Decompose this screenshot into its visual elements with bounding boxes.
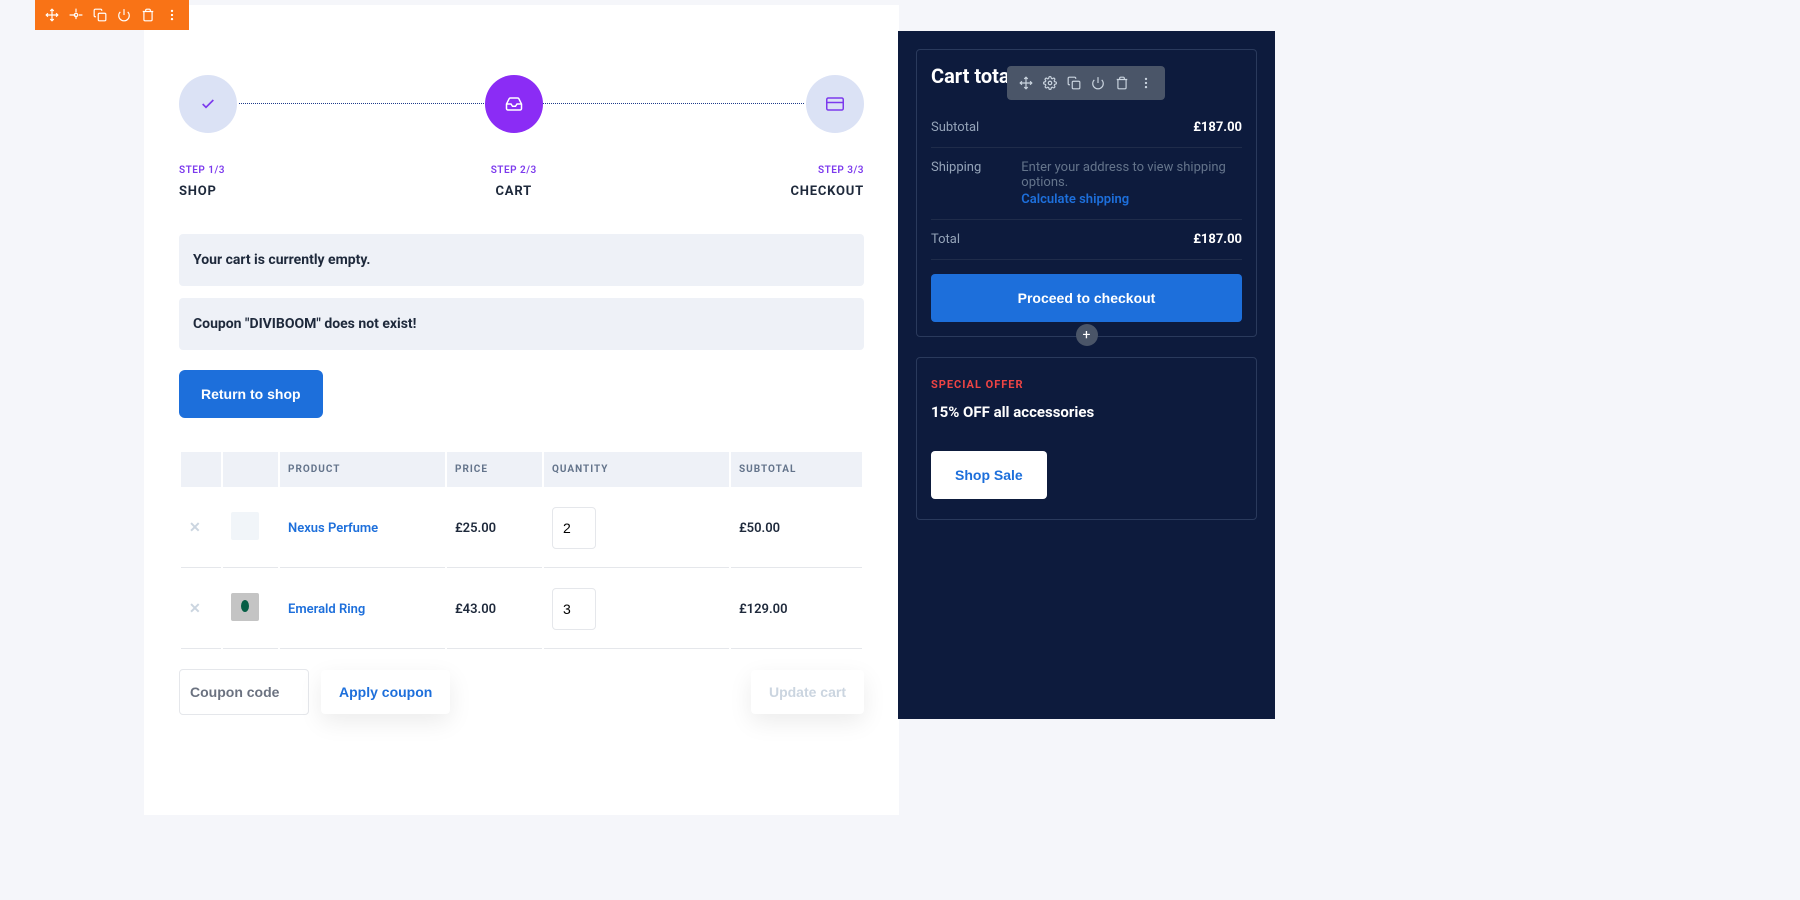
module-toolbar-dark [1007,66,1165,100]
table-row: ✕ Nexus Perfume £25.00 £50.00 [181,489,862,568]
more-icon[interactable] [161,4,183,26]
add-module-icon[interactable]: + [1076,324,1098,346]
special-offer-module: SPECIAL OFFER 15% OFF all accessories Sh… [916,357,1257,520]
quantity-input[interactable] [552,507,596,549]
product-thumbnail[interactable] [231,512,259,540]
remove-item-icon[interactable]: ✕ [189,520,201,536]
offer-title: 15% OFF all accessories [931,403,1242,421]
step-shop[interactable]: STEP 1/3 SHOP [179,75,237,199]
update-cart-button[interactable]: Update cart [751,670,864,714]
subtotal-value: £187.00 [1193,120,1242,135]
move-icon[interactable] [1015,72,1037,94]
apply-coupon-button[interactable]: Apply coupon [321,670,450,714]
shipping-row: Shipping Enter your address to view ship… [931,148,1242,220]
step-number: STEP 2/3 [491,165,537,176]
col-product: PRODUCT [280,452,445,487]
checkout-steps: STEP 1/3 SHOP STEP 2/3 CART STEP 3/3 CHE… [179,75,864,199]
subtotal-value: £129.00 [739,602,788,617]
product-thumbnail[interactable] [231,593,259,621]
quantity-input[interactable] [552,588,596,630]
product-link[interactable]: Nexus Perfume [288,521,378,536]
step-label: CART [495,184,531,199]
power-icon[interactable] [113,4,135,26]
duplicate-icon[interactable] [89,4,111,26]
total-row: Total £187.00 [931,220,1242,260]
price-value: £43.00 [455,602,496,617]
check-icon [179,75,237,133]
subtotal-value: £50.00 [739,521,780,536]
empty-cart-notice: Your cart is currently empty. [179,234,864,286]
cart-totals-module: Cart totals Subtotal £187.00 Shipping En… [916,49,1257,337]
coupon-error-notice: Coupon "DIVIBOOM" does not exist! [179,298,864,350]
trash-icon[interactable] [1111,72,1133,94]
remove-item-icon[interactable]: ✕ [189,601,201,617]
gear-icon[interactable] [1039,72,1061,94]
product-link[interactable]: Emerald Ring [288,602,365,617]
step-label: CHECKOUT [790,184,864,199]
sidebar-dark: Cart totals Subtotal £187.00 Shipping En… [898,31,1275,719]
total-value: £187.00 [1193,232,1242,247]
module-toolbar-orange [35,0,189,30]
coupon-code-input[interactable] [179,669,309,715]
cart-items-table: PRODUCT PRICE QUANTITY SUBTOTAL ✕ Nexus … [179,450,864,651]
power-icon[interactable] [1087,72,1109,94]
return-to-shop-button[interactable]: Return to shop [179,370,323,418]
duplicate-icon[interactable] [1063,72,1085,94]
subtotal-row: Subtotal £187.00 [931,108,1242,148]
credit-card-icon [806,75,864,133]
col-quantity: QUANTITY [544,452,729,487]
cart-main-card: STEP 1/3 SHOP STEP 2/3 CART STEP 3/3 CHE… [144,5,899,815]
offer-label: SPECIAL OFFER [931,378,1242,391]
table-row: ✕ Emerald Ring £43.00 £129.00 [181,570,862,649]
gear-icon[interactable] [65,4,87,26]
more-icon[interactable] [1135,72,1157,94]
step-number: STEP 1/3 [179,165,225,176]
subtotal-label: Subtotal [931,120,979,135]
calculate-shipping-link[interactable]: Calculate shipping [1021,192,1129,207]
step-label: SHOP [179,184,217,199]
proceed-checkout-button[interactable]: Proceed to checkout [931,274,1242,322]
step-checkout[interactable]: STEP 3/3 CHECKOUT [790,75,864,199]
trash-icon[interactable] [137,4,159,26]
col-price: PRICE [447,452,542,487]
col-subtotal: SUBTOTAL [731,452,862,487]
total-label: Total [931,232,960,247]
shop-sale-button[interactable]: Shop Sale [931,451,1047,499]
price-value: £25.00 [455,521,496,536]
shipping-label: Shipping [931,160,981,175]
step-number: STEP 3/3 [818,165,864,176]
inbox-icon [485,75,543,133]
move-icon[interactable] [41,4,63,26]
coupon-row: Apply coupon Update cart [179,669,864,715]
shipping-info: Enter your address to view shipping opti… [1021,160,1242,207]
step-cart[interactable]: STEP 2/3 CART [485,75,543,199]
